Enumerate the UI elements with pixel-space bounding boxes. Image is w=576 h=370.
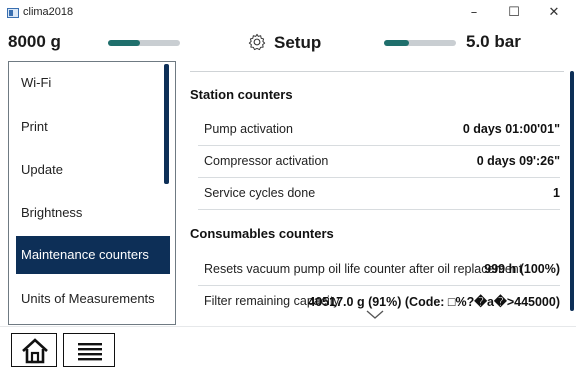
close-button[interactable]: ✕ <box>534 2 574 24</box>
sidebar-item-units-of-measurements[interactable]: Units of Measurements <box>16 280 170 318</box>
chevron-down-icon[interactable] <box>365 309 385 321</box>
maximize-button[interactable]: ☐ <box>494 2 534 24</box>
settings-sidebar: Wi-Fi Print Update Brightness Maintenanc… <box>8 61 176 325</box>
minimize-button[interactable]: – <box>454 2 494 24</box>
sidebar-scrollbar[interactable] <box>164 64 169 184</box>
pressure-level-bar <box>384 40 456 46</box>
counter-row: Pump activation 0 days 01:00'01" <box>198 114 560 146</box>
counter-row[interactable]: Resets vacuum pump oil life counter afte… <box>198 254 560 286</box>
panel-scrollbar[interactable] <box>570 71 574 311</box>
pressure-level-fill <box>384 40 410 46</box>
app-icon <box>7 8 19 18</box>
page-title-label: Setup <box>274 33 322 52</box>
gear-icon <box>248 33 266 51</box>
window-titlebar: clima2018 – ☐ ✕ <box>0 0 576 26</box>
counter-row: Service cycles done 1 <box>198 178 560 210</box>
counter-value: 0 days 01:00'01" <box>462 122 560 136</box>
counter-label: Pump activation <box>204 122 293 136</box>
section-title-station-counters: Station counters <box>190 87 293 102</box>
sidebar-item-print[interactable]: Print <box>16 108 170 146</box>
footer-divider <box>0 326 576 327</box>
section-title-consumables-counters: Consumables counters <box>190 226 334 241</box>
counter-value: 0 days 09':26" <box>476 154 560 168</box>
sidebar-item-brightness[interactable]: Brightness <box>16 194 170 232</box>
app-header: 8000 g Setup 5.0 bar <box>0 28 576 58</box>
window-title: clima2018 <box>23 6 74 18</box>
pressure-readout: 5.0 bar <box>466 32 521 51</box>
home-button[interactable] <box>11 333 57 367</box>
menu-button[interactable] <box>63 333 115 367</box>
counters-panel: Station counters Pump activation 0 days … <box>184 61 576 325</box>
sidebar-item-maintenance-counters[interactable]: Maintenance counters <box>16 236 170 274</box>
counter-value: 40517.0 g (91%) (Code: □%?�a�>445000) <box>308 295 560 309</box>
sidebar-item-update[interactable]: Update <box>16 151 170 189</box>
sidebar-item-wifi[interactable]: Wi-Fi <box>16 64 170 102</box>
panel-divider <box>190 71 564 72</box>
counter-label: Compressor activation <box>204 154 329 168</box>
counter-row: Compressor activation 0 days 09':26" <box>198 146 560 178</box>
weight-readout: 8000 g <box>8 32 61 51</box>
home-icon <box>22 338 48 364</box>
menu-icon <box>78 343 102 361</box>
weight-level-bar <box>108 40 180 46</box>
weight-level-fill <box>108 40 141 46</box>
counter-value: 1 <box>553 186 560 200</box>
counter-label: Resets vacuum pump oil life counter afte… <box>204 262 523 276</box>
counter-label: Service cycles done <box>204 186 316 200</box>
counter-value: 999 h (100%) <box>484 262 560 276</box>
